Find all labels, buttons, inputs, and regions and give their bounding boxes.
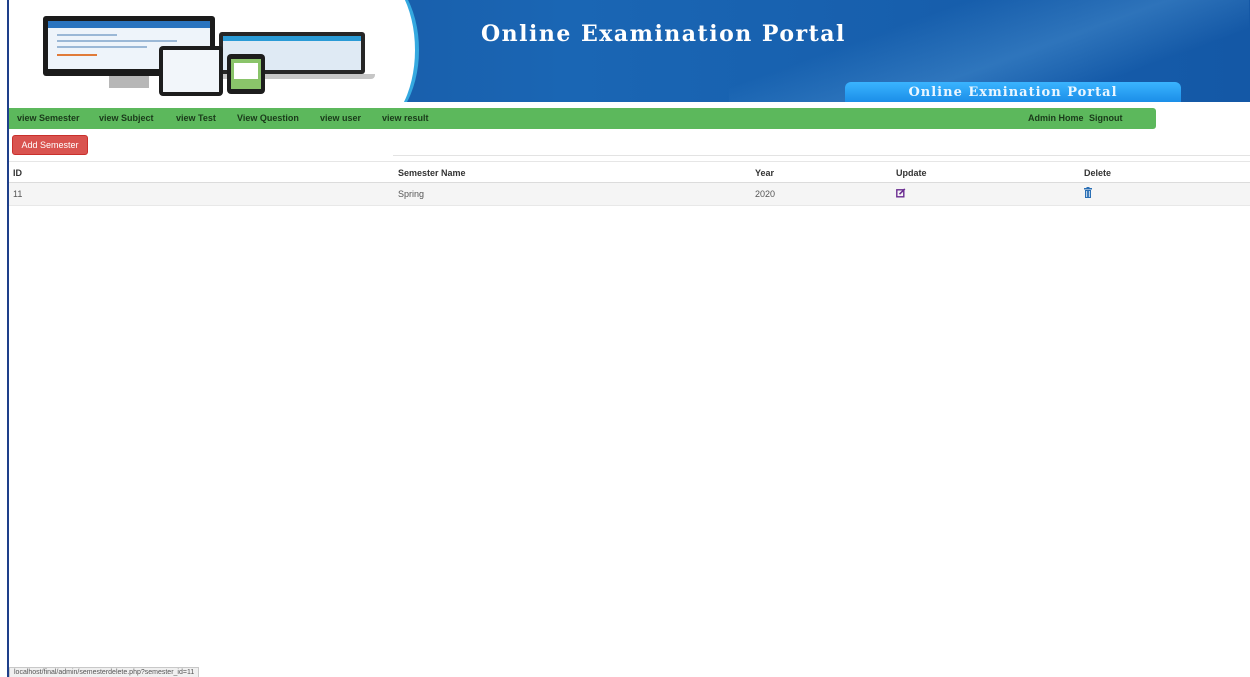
banner-subtitle: Online Exmination Portal <box>845 82 1181 102</box>
header-banner: Online Examination Portal Online Exminat… <box>9 0 1250 102</box>
browser-status-bar: localhost/final/admin/semesterdelete.php… <box>9 667 200 677</box>
add-semester-button[interactable]: Add Semester <box>12 135 88 155</box>
table-row: 11 Spring 2020 <box>9 183 1250 206</box>
table-header: ID Semester Name Year Update Delete <box>9 161 1250 183</box>
header-id: ID <box>13 168 22 178</box>
nav-view-semester[interactable]: view Semester <box>17 108 80 129</box>
tablet-image <box>159 46 223 96</box>
nav-admin-home[interactable]: Admin Home <box>1028 108 1084 129</box>
nav-view-question[interactable]: View Question <box>237 108 299 129</box>
nav-view-result[interactable]: view result <box>382 108 429 129</box>
banner-title: Online Examination Portal <box>481 21 846 47</box>
main-nav: view Semester view Subject view Test Vie… <box>9 108 1156 129</box>
divider <box>393 155 1250 156</box>
cell-year: 2020 <box>755 189 776 199</box>
nav-view-test[interactable]: view Test <box>176 108 216 129</box>
header-update: Update <box>896 168 927 178</box>
header-semester-name: Semester Name <box>398 168 466 178</box>
devices-illustration <box>31 14 381 96</box>
cell-id: 11 <box>13 189 23 199</box>
phone-image <box>227 54 265 94</box>
trash-icon[interactable] <box>1084 187 1092 198</box>
nav-signout[interactable]: Signout <box>1089 108 1123 129</box>
edit-icon[interactable] <box>896 188 906 198</box>
semester-table: ID Semester Name Year Update Delete 11 S… <box>9 161 1250 206</box>
nav-view-subject[interactable]: view Subject <box>99 108 154 129</box>
left-border <box>0 0 9 677</box>
page: Online Examination Portal Online Exminat… <box>9 0 1250 677</box>
nav-view-user[interactable]: view user <box>320 108 361 129</box>
cell-semester-name: Spring <box>398 189 425 199</box>
header-year: Year <box>755 168 775 178</box>
header-delete: Delete <box>1084 168 1112 178</box>
